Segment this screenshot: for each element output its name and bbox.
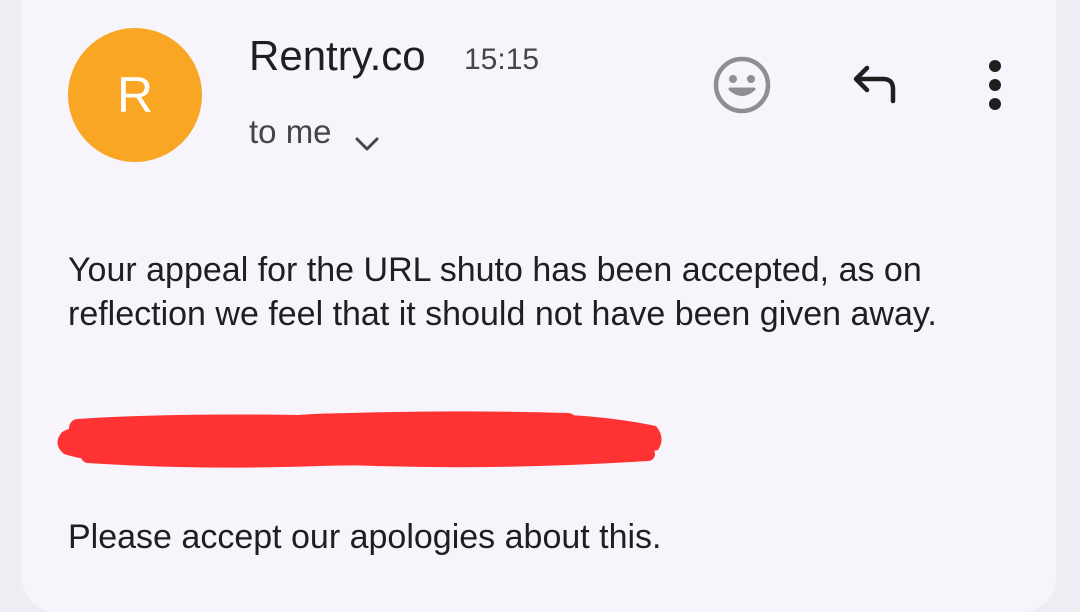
more-vertical-icon — [987, 57, 1003, 118]
email-closing-paragraph: Please accept our apologies about this. — [68, 518, 662, 556]
sender-name[interactable]: Rentry.co — [249, 32, 426, 80]
recipient-label: to me — [249, 113, 332, 150]
recipient-toggle[interactable]: to me — [249, 110, 380, 154]
email-body-paragraph: Your appeal for the URL shuto has been a… — [68, 251, 937, 333]
reply-button[interactable] — [844, 58, 910, 116]
email-timestamp: 15:15 — [464, 43, 540, 76]
more-options-button[interactable] — [970, 56, 1020, 118]
add-reaction-button[interactable] — [707, 54, 777, 120]
reply-icon — [849, 63, 905, 112]
sender-avatar[interactable]: R — [68, 28, 202, 162]
chevron-down-icon — [354, 123, 380, 151]
smiley-face-icon — [712, 55, 772, 120]
redaction-scribble — [48, 398, 670, 484]
